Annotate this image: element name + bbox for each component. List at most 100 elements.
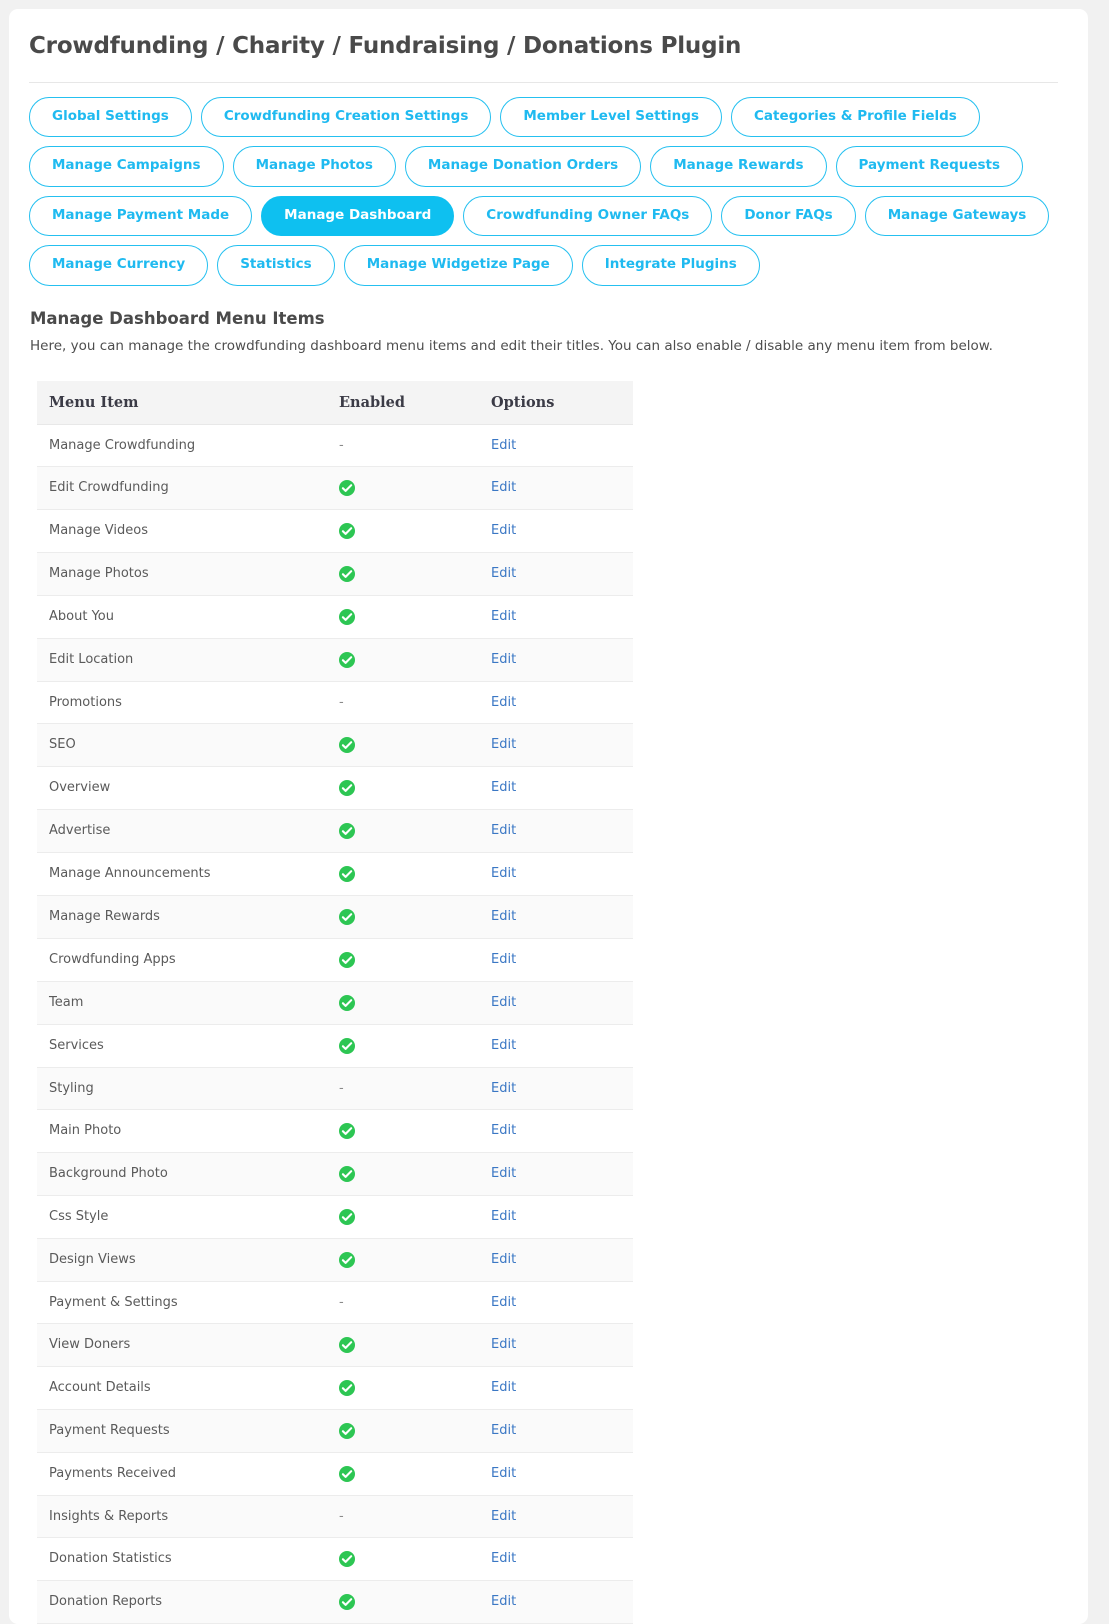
tab-integrate-plugins[interactable]: Integrate Plugins [581, 245, 760, 286]
table-row: Manage Crowdfunding - Edit [37, 424, 633, 467]
cell-options: Edit [479, 1238, 633, 1282]
check-circle-icon [339, 736, 355, 753]
cell-options: Edit [479, 766, 633, 810]
tab-crowdfunding-owner-faqs[interactable]: Crowdfunding Owner FAQs [463, 195, 713, 237]
cell-enabled [327, 938, 479, 982]
edit-link[interactable]: Edit [491, 952, 516, 967]
table-row: Account Details Edit [37, 1366, 633, 1410]
edit-link[interactable]: Edit [491, 823, 516, 838]
cell-enabled [327, 895, 479, 939]
cell-enabled: - [327, 681, 479, 724]
cell-enabled [327, 723, 479, 767]
section-heading: Manage Dashboard Menu Items [30, 308, 325, 328]
cell-enabled [327, 1024, 479, 1068]
edit-link[interactable]: Edit [491, 523, 516, 538]
edit-link[interactable]: Edit [491, 1123, 516, 1138]
check-circle-icon [339, 908, 355, 925]
tab-manage-photos[interactable]: Manage Photos [232, 146, 396, 187]
edit-link[interactable]: Edit [491, 1038, 516, 1053]
edit-link[interactable]: Edit [491, 566, 516, 581]
table-row: Donation Statistics Edit [37, 1537, 633, 1581]
edit-link[interactable]: Edit [491, 652, 516, 667]
cell-menu-item: Donation Reports [37, 1580, 327, 1624]
cell-menu-item: Team [37, 981, 327, 1025]
edit-link[interactable]: Edit [491, 866, 516, 881]
tab-manage-donation-orders[interactable]: Manage Donation Orders [404, 146, 642, 187]
edit-link[interactable]: Edit [491, 1551, 516, 1566]
cell-options: Edit [479, 552, 633, 596]
table-row: Overview Edit [37, 766, 633, 810]
table-row: Background Photo Edit [37, 1152, 633, 1196]
cell-menu-item: Css Style [37, 1195, 327, 1239]
tab-manage-payment-made[interactable]: Manage Payment Made [29, 195, 253, 237]
table-row: Team Edit [37, 981, 633, 1025]
edit-link[interactable]: Edit [491, 780, 516, 795]
tab-statistics[interactable]: Statistics [217, 245, 335, 286]
table-row: SEO Edit [37, 723, 633, 767]
table-row: About You Edit [37, 595, 633, 639]
table-row: Edit Crowdfunding Edit [37, 466, 633, 510]
cell-enabled [327, 552, 479, 596]
cell-menu-item: Manage Announcements [37, 852, 327, 896]
table-row: Insights & Reports - Edit [37, 1495, 633, 1538]
tab-manage-widgetize-page[interactable]: Manage Widgetize Page [343, 245, 573, 286]
tab-member-level-settings[interactable]: Member Level Settings [500, 96, 722, 138]
cell-options: Edit [479, 895, 633, 939]
cell-options: Edit [479, 852, 633, 896]
edit-link[interactable]: Edit [491, 480, 516, 495]
cell-menu-item: Crowdfunding Apps [37, 938, 327, 982]
edit-link[interactable]: Edit [491, 1423, 516, 1438]
table-row: Donation Reports Edit [37, 1580, 633, 1624]
edit-link[interactable]: Edit [491, 1166, 516, 1181]
check-circle-icon [339, 951, 355, 968]
cell-menu-item: Edit Location [37, 638, 327, 682]
tab-manage-gateways[interactable]: Manage Gateways [864, 195, 1050, 237]
edit-link[interactable]: Edit [491, 1209, 516, 1224]
tab-global-settings[interactable]: Global Settings [29, 96, 192, 138]
cell-menu-item: Donation Statistics [37, 1537, 327, 1581]
edit-link[interactable]: Edit [491, 1295, 516, 1310]
edit-link[interactable]: Edit [491, 1081, 516, 1096]
column-header-enabled: Enabled [327, 380, 479, 425]
tab-donor-faqs[interactable]: Donor FAQs [721, 195, 856, 237]
settings-tab-bar: Global Settings Crowdfunding Creation Set… [9, 83, 1088, 295]
edit-link[interactable]: Edit [491, 909, 516, 924]
edit-link[interactable]: Edit [491, 1337, 516, 1352]
edit-link[interactable]: Edit [491, 695, 516, 710]
tab-manage-campaigns[interactable]: Manage Campaigns [29, 146, 224, 187]
cell-enabled [327, 1409, 479, 1453]
table-row: Advertise Edit [37, 809, 633, 853]
cell-enabled [327, 852, 479, 896]
cell-menu-item: Insights & Reports [37, 1495, 327, 1538]
cell-enabled: - [327, 1067, 479, 1110]
cell-menu-item: Overview [37, 766, 327, 810]
cell-options: Edit [479, 1452, 633, 1496]
tab-manage-rewards[interactable]: Manage Rewards [650, 146, 827, 187]
edit-link[interactable]: Edit [491, 995, 516, 1010]
edit-link[interactable]: Edit [491, 1594, 516, 1609]
tab-manage-dashboard[interactable]: Manage Dashboard [261, 195, 455, 237]
check-circle-icon [339, 1379, 355, 1396]
check-circle-icon [339, 1422, 355, 1439]
cell-enabled [327, 1537, 479, 1581]
check-circle-icon [339, 1465, 355, 1482]
edit-link[interactable]: Edit [491, 1252, 516, 1267]
cell-enabled [327, 1366, 479, 1410]
edit-link[interactable]: Edit [491, 1466, 516, 1481]
edit-link[interactable]: Edit [491, 438, 516, 453]
edit-link[interactable]: Edit [491, 737, 516, 752]
edit-link[interactable]: Edit [491, 1380, 516, 1395]
check-circle-icon [339, 1251, 355, 1268]
tab-manage-currency[interactable]: Manage Currency [29, 245, 209, 286]
edit-link[interactable]: Edit [491, 609, 516, 624]
tab-payment-requests[interactable]: Payment Requests [835, 146, 1024, 187]
cell-enabled [327, 509, 479, 553]
edit-link[interactable]: Edit [491, 1509, 516, 1524]
cell-menu-item: About You [37, 595, 327, 639]
check-circle-icon [339, 1550, 355, 1567]
tab-categories-profile-fields[interactable]: Categories & Profile Fields [730, 96, 980, 138]
cell-menu-item: Promotions [37, 681, 327, 724]
cell-menu-item: Manage Photos [37, 552, 327, 596]
tab-crowdfunding-creation-settings[interactable]: Crowdfunding Creation Settings [200, 96, 492, 138]
cell-menu-item: Services [37, 1024, 327, 1068]
